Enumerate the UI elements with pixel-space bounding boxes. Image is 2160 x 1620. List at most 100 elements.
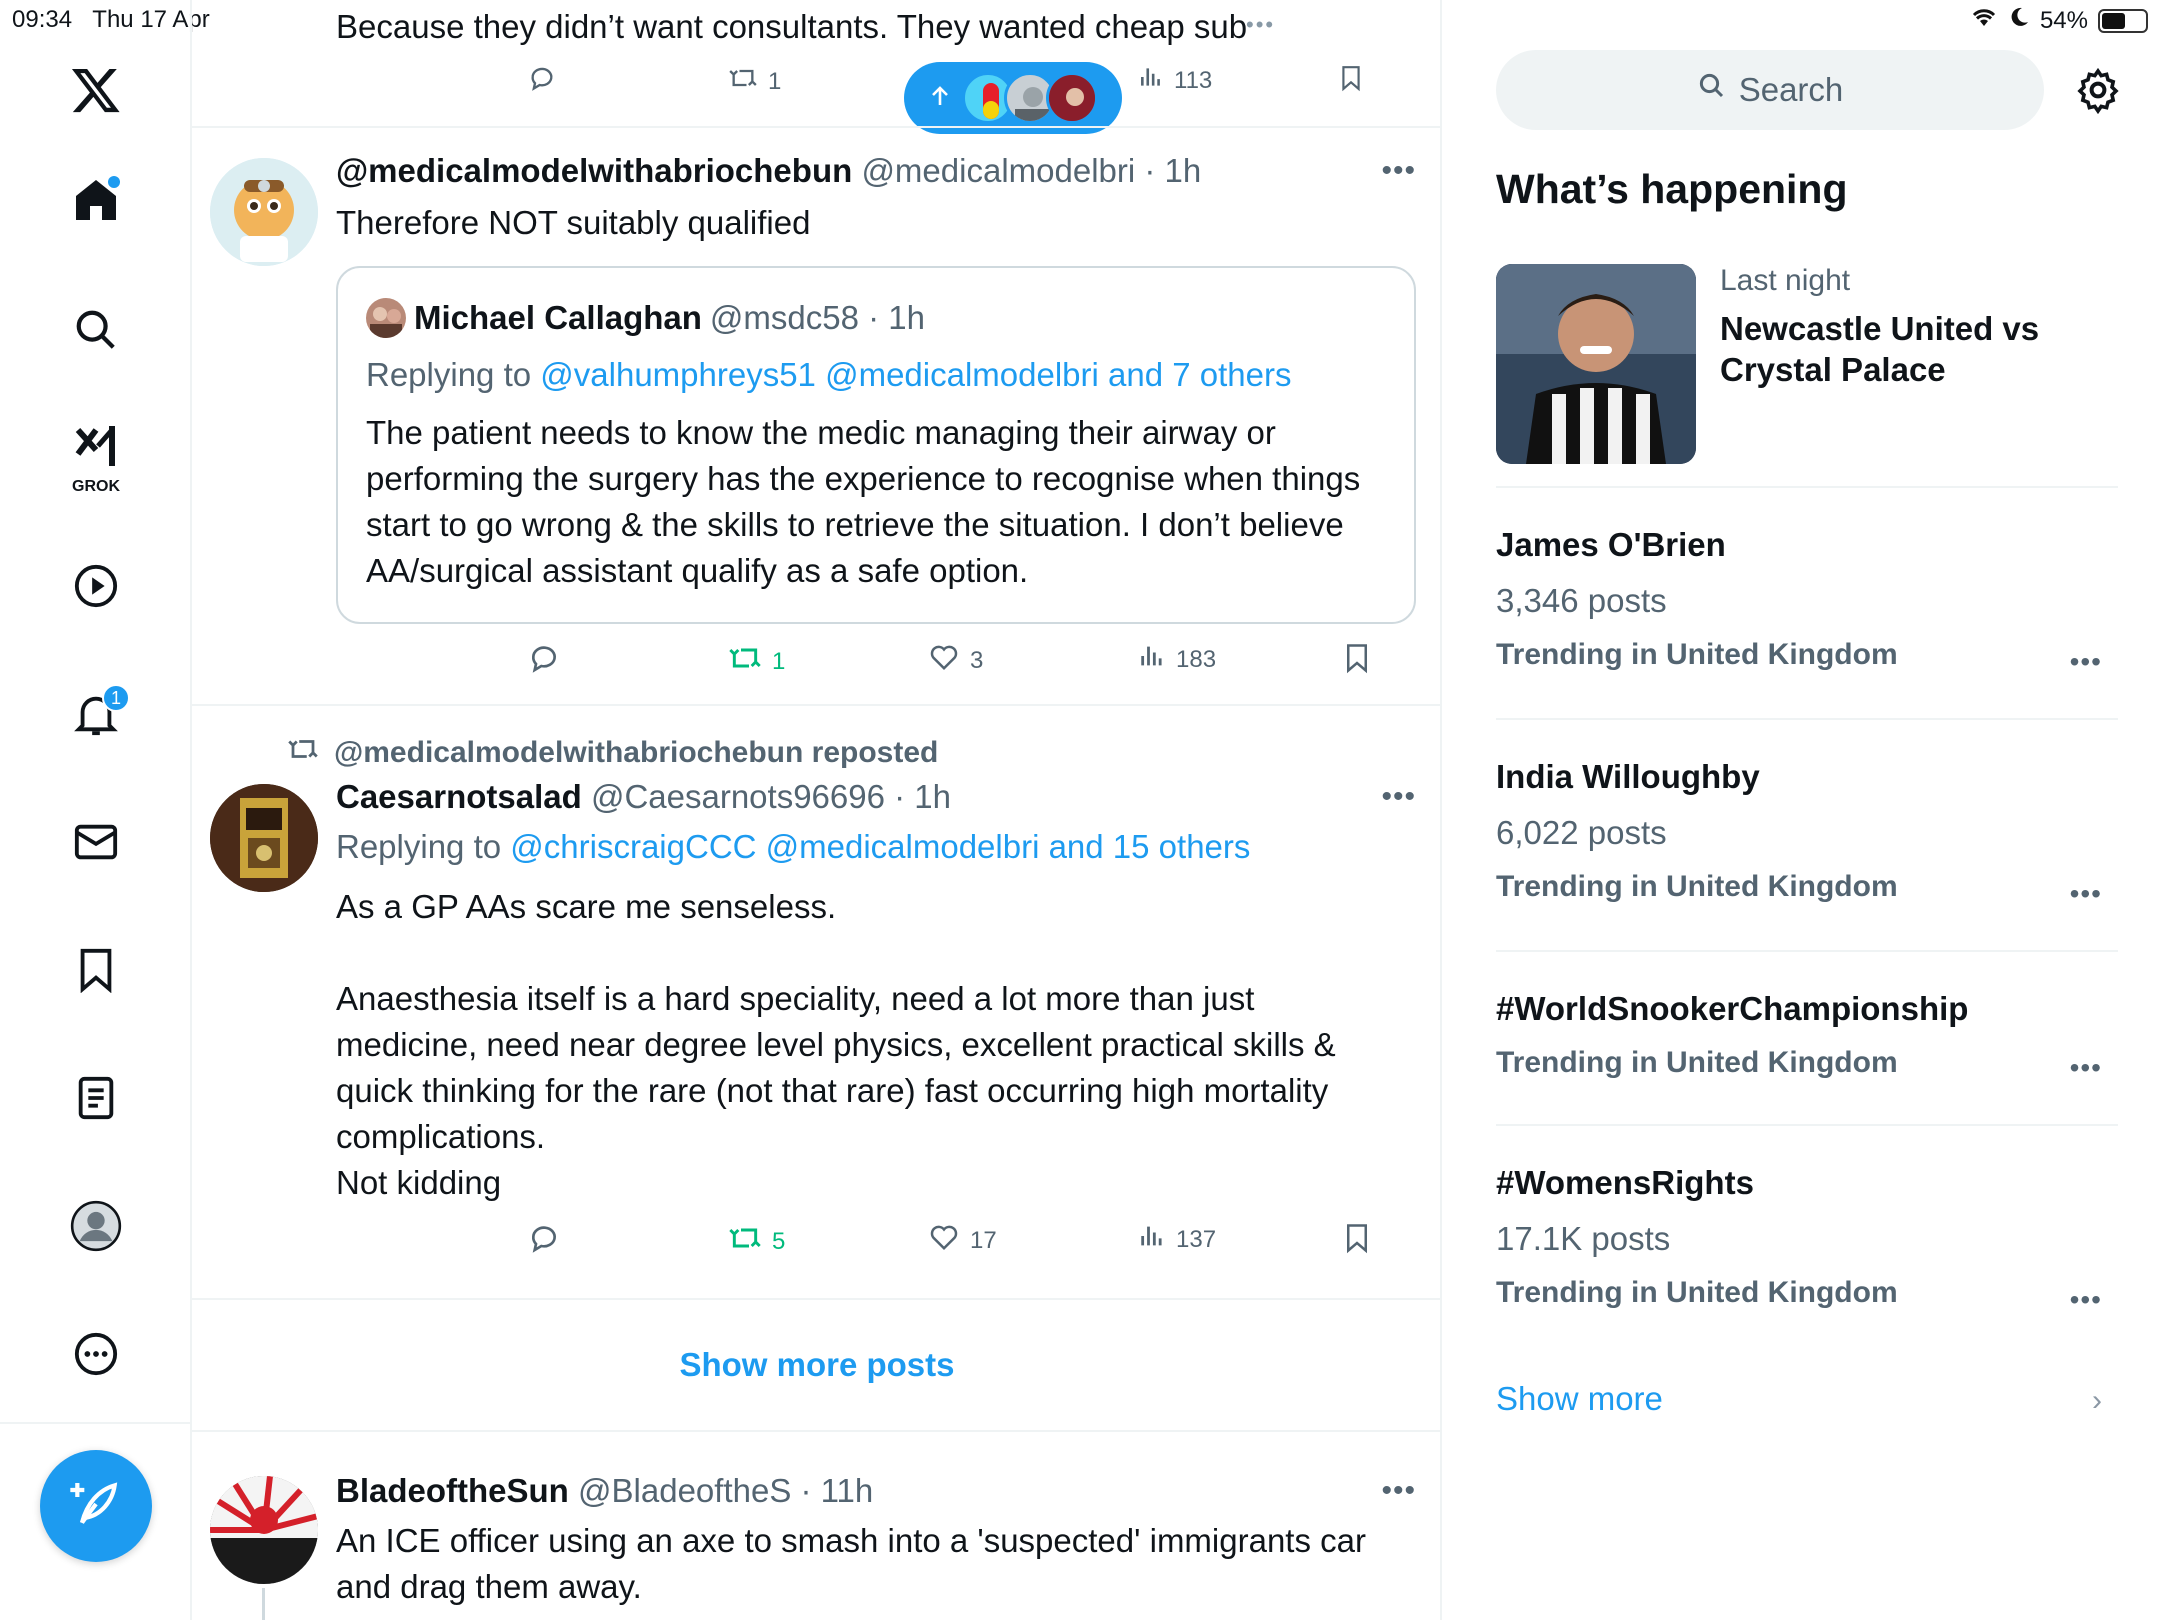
replying-to-label: Replying to (336, 828, 502, 865)
avatar[interactable] (210, 158, 318, 266)
tweet-actions: 1 113 (332, 64, 1360, 108)
bookmark-button[interactable] (1338, 64, 1364, 99)
show-more-link[interactable]: Show more (1496, 1380, 1663, 1418)
avatar-icon (70, 1200, 122, 1257)
views-button[interactable]: 137 (1138, 1222, 1216, 1257)
nav-grok[interactable]: GROK (56, 418, 136, 498)
nav-video[interactable] (56, 548, 136, 628)
tweet-text-line: Not kidding (336, 1164, 502, 1201)
search-placeholder: Search (1738, 71, 1844, 108)
nav-profile[interactable] (56, 1188, 136, 1268)
play-icon (73, 563, 119, 614)
more-options-icon[interactable]: ••• (2070, 1052, 2102, 1084)
tweet-text: An ICE officer using an axe to smash int… (336, 1522, 1366, 1605)
retweet-button[interactable]: 1 (728, 64, 781, 99)
news-context: Last night (1720, 264, 1851, 297)
trend-divider (1496, 1124, 2118, 1126)
views-count: 113 (1174, 66, 1213, 94)
reply-button[interactable] (528, 64, 556, 99)
retweet-icon (728, 642, 762, 681)
handle-time[interactable]: @BladeoftheS · 11h (578, 1472, 873, 1509)
like-count: 17 (970, 1226, 997, 1254)
trend-item[interactable]: James O'Brien 3,346 posts Trending in Un… (1496, 526, 2118, 677)
nav-home[interactable] (56, 162, 136, 242)
thread-line (262, 1588, 265, 1620)
display-name[interactable]: @medicalmodelwithabriochebun (336, 152, 852, 189)
settings-button[interactable] (2074, 66, 2122, 115)
more-options-icon[interactable]: ••• (1381, 1474, 1416, 1508)
views-icon (1138, 1222, 1166, 1257)
handle-time[interactable]: @Caesarnots96696 · 1h (591, 778, 951, 815)
trend-item[interactable]: India Willoughby 6,022 posts Trending in… (1496, 758, 2118, 909)
display-name[interactable]: BladeoftheSun (336, 1472, 569, 1509)
nav-messages[interactable] (56, 804, 136, 884)
reply-icon (528, 1222, 560, 1261)
search-bar[interactable]: Search (1496, 50, 2044, 130)
grok-label: GROK (72, 478, 120, 495)
retweet-button[interactable]: 5 (728, 1222, 785, 1261)
more-options-icon[interactable]: ••• (1381, 780, 1416, 814)
retweet-icon (286, 734, 320, 772)
more-options-icon[interactable]: ••• (2070, 1284, 2102, 1316)
more-options-icon[interactable]: ••• (1381, 154, 1416, 188)
heart-icon (928, 1222, 960, 1259)
bookmark-button[interactable] (1342, 642, 1372, 681)
quoted-tweet[interactable]: Michael Callaghan @msdc58 · 1h Replying … (336, 266, 1416, 624)
display-name[interactable]: Caesarnotsalad (336, 778, 582, 815)
replying-to-links[interactable]: @chriscraigCCC @medicalmodelbri and 15 o… (510, 828, 1250, 865)
retweet-button[interactable]: 1 (728, 642, 785, 681)
x-logo-icon[interactable] (56, 50, 136, 130)
more-options-icon[interactable]: ••• (2070, 878, 2102, 910)
nav-bookmarks[interactable] (56, 932, 136, 1012)
grok-icon (72, 422, 120, 475)
handle-time[interactable]: @medicalmodelbri · 1h (861, 152, 1201, 189)
trend-item[interactable]: #WorldSnookerChampionship Trending in Un… (1496, 990, 2118, 1083)
like-button[interactable]: 3 (928, 642, 983, 679)
views-icon (1138, 642, 1166, 677)
more-options-icon[interactable]: ••• (2070, 646, 2102, 678)
right-sidebar: Search What’s happening Last night Newca… (1444, 0, 2160, 1620)
drag-handle[interactable]: ••• (1246, 12, 1275, 38)
new-posts-pill[interactable] (904, 62, 1122, 134)
bookmark-icon (1338, 64, 1364, 99)
nav-explore[interactable] (56, 292, 136, 372)
views-button[interactable]: 113 (1138, 64, 1212, 97)
heart-icon (928, 642, 960, 679)
avatar[interactable] (210, 784, 318, 892)
trend-item[interactable]: #WomensRights 17.1K posts Trending in Un… (1496, 1164, 2118, 1315)
chevron-right-icon: › (2092, 1384, 2102, 1417)
bookmark-icon (1342, 1222, 1372, 1261)
trend-name: James O'Brien (1496, 526, 1726, 563)
nav-notifications[interactable]: 1 (56, 676, 136, 756)
retweet-icon (728, 64, 758, 99)
like-count: 3 (970, 646, 984, 674)
trend-count: 3,346 posts (1496, 582, 1667, 619)
reply-button[interactable] (528, 642, 560, 681)
quote-display-name: Michael Callaghan (414, 299, 702, 336)
list-icon (73, 1075, 119, 1126)
bookmark-icon (1342, 642, 1372, 681)
avatar[interactable] (210, 1476, 318, 1584)
news-title: Newcastle United vs Crystal Palace (1720, 310, 2040, 388)
news-card[interactable]: Last night Newcastle United vs Crystal P… (1496, 264, 2118, 488)
trend-divider (1496, 486, 2118, 488)
tweet-text-paragraph: Anaesthesia itself is a hard speciality,… (336, 980, 1336, 1155)
compose-button[interactable] (40, 1450, 152, 1562)
bookmark-button[interactable] (1342, 1222, 1372, 1261)
search-icon (73, 307, 119, 358)
nav-more[interactable] (56, 1316, 136, 1396)
like-button[interactable]: 17 (928, 1222, 997, 1259)
timeline-feed[interactable]: Because they didn’t want consultants. Th… (192, 0, 1442, 1620)
retweet-count: 1 (772, 647, 786, 675)
views-button[interactable]: 183 (1138, 642, 1216, 677)
reply-button[interactable] (528, 1222, 560, 1261)
replying-to-links[interactable]: @valhumphreys51 @medicalmodelbri and 7 o… (540, 356, 1291, 393)
repost-label[interactable]: @medicalmodelwithabriochebun reposted (334, 736, 938, 770)
quote-header: Michael Callaghan @msdc58 · 1h (366, 298, 925, 338)
show-more-posts-button[interactable]: Show more posts (192, 1300, 1440, 1430)
feed-divider (192, 1430, 1440, 1432)
compose-feather-icon (68, 1476, 124, 1537)
nav-lists[interactable] (56, 1060, 136, 1140)
trend-divider (1496, 718, 2118, 720)
feed-divider (192, 704, 1440, 706)
